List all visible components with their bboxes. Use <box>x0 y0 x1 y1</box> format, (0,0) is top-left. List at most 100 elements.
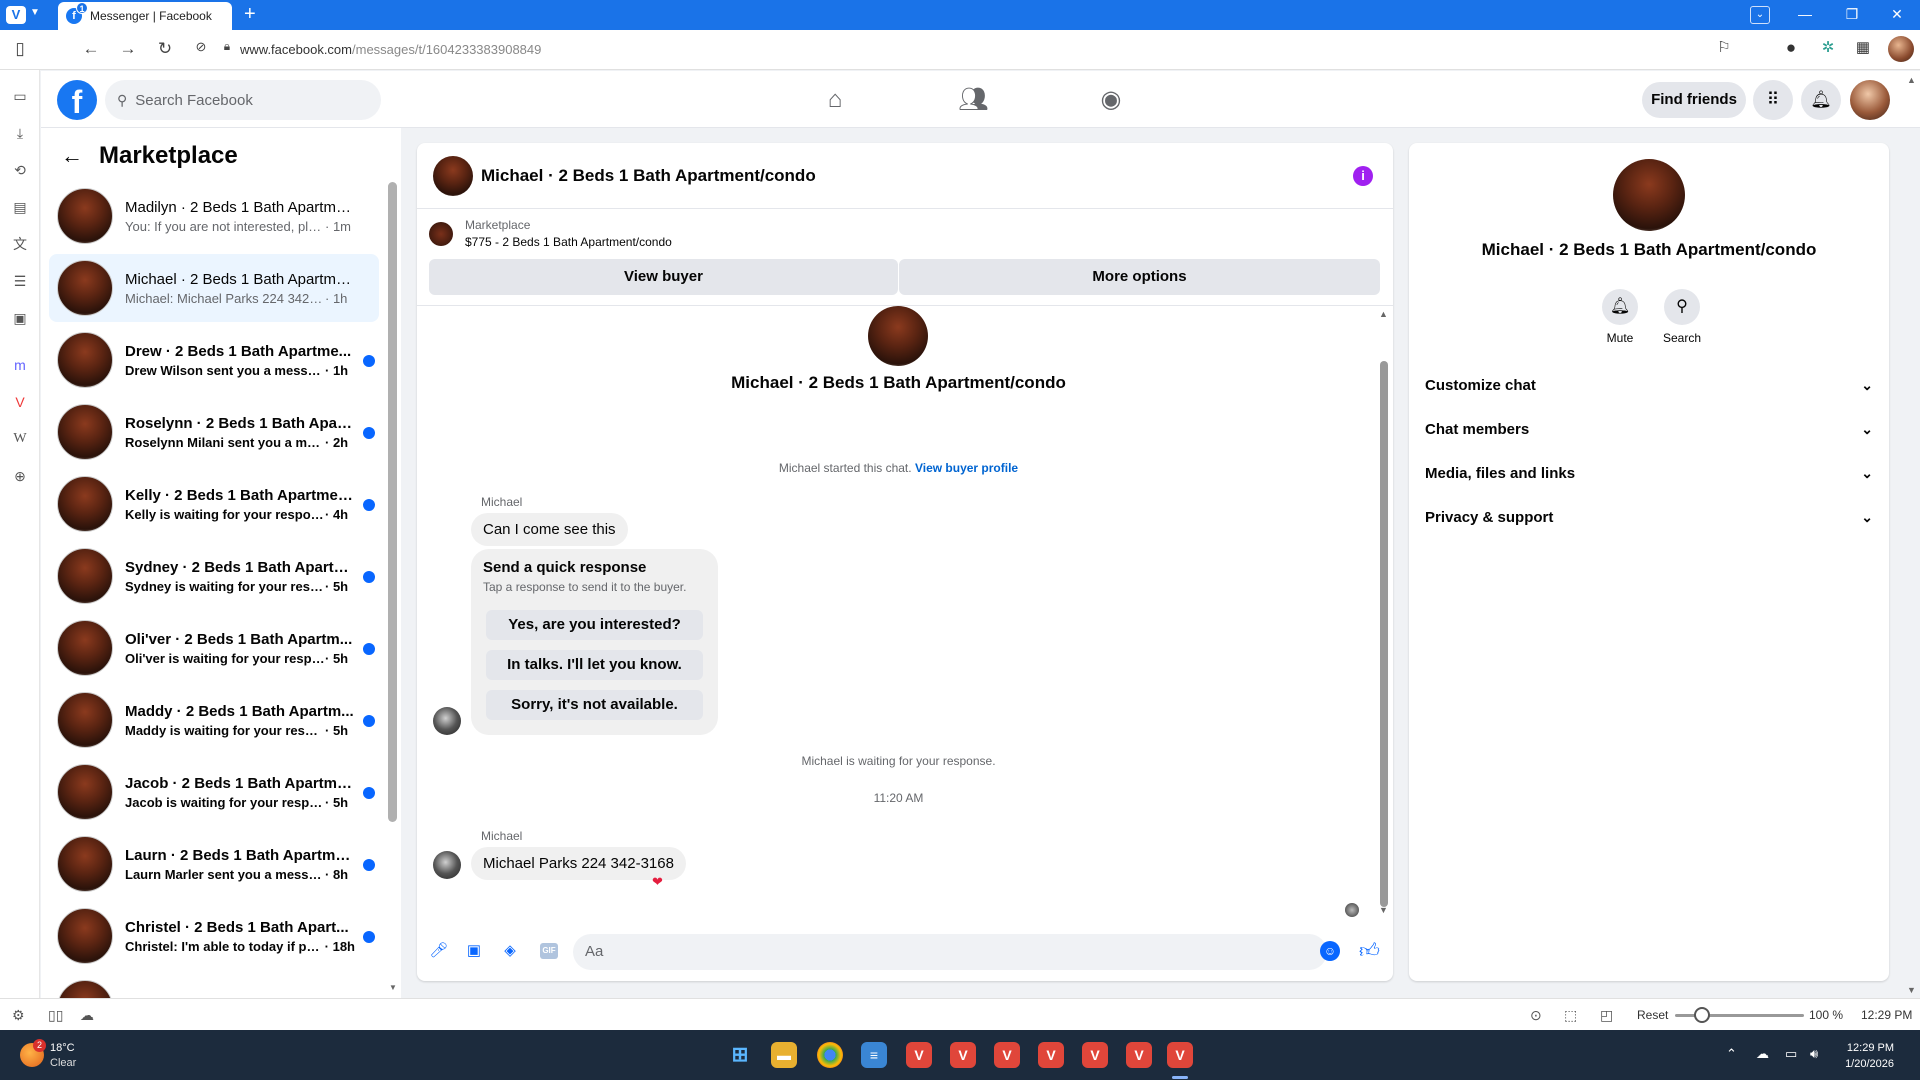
home-icon[interactable]: ⌂ <box>820 85 850 115</box>
conversation-row[interactable]: Jacob · 2 Beds 1 Bath Apartme... Jacob is… <box>49 758 379 826</box>
add-web-panel-icon[interactable]: ⊕ <box>10 466 30 486</box>
privacy-support-row[interactable]: Privacy & support ⌄ <box>1425 495 1873 539</box>
extension-puzzle-icon[interactable]: ✲ <box>1817 38 1839 60</box>
vivaldi-profile-icon[interactable]: V <box>1038 1042 1064 1068</box>
volume-icon[interactable]: 🔊︎ <box>1810 1046 1818 1062</box>
conversation-row[interactable]: Oli'ver · 2 Beds 1 Bath Apartm... Oli'ver… <box>49 614 379 682</box>
conversation-row[interactable]: Roselynn · 2 Beds 1 Bath Apart... Roselyn… <box>49 398 379 466</box>
url-field[interactable]: www.facebook.com/messages/t/160423338390… <box>240 42 541 57</box>
view-buyer-profile-link[interactable]: View buyer profile <box>915 461 1018 475</box>
conversation-row[interactable]: Laurn · 2 Beds 1 Bath Apartme... Laurn Ma… <box>49 830 379 898</box>
minimize-icon[interactable]: — <box>1795 6 1815 22</box>
file-explorer-icon[interactable]: ▬ <box>771 1042 797 1068</box>
facebook-logo[interactable]: f <box>57 80 97 120</box>
conversation-row[interactable]: Michael · 2 Beds 1 Bath Apartme... Michae… <box>49 254 379 322</box>
conversation-row[interactable]: Amanda · 2 Beds 1 Bath Apartm... <box>49 974 379 998</box>
onedrive-cloud-icon[interactable]: ☁ <box>1756 1046 1769 1062</box>
tracker-blocker-icon[interactable]: ⊘ <box>190 39 212 55</box>
buyer-hero-avatar[interactable] <box>868 306 928 366</box>
chat-members-row[interactable]: Chat members ⌄ <box>1425 407 1873 451</box>
back-icon[interactable]: ← <box>80 39 102 59</box>
microphone-icon[interactable]: 🎤︎ <box>429 941 449 961</box>
reload-icon[interactable]: ↻ <box>154 39 176 59</box>
messages-scrollbar[interactable] <box>1380 361 1388 907</box>
sender-avatar[interactable] <box>433 851 461 879</box>
media-files-links-row[interactable]: Media, files and links ⌄ <box>1425 451 1873 495</box>
vivaldi-active-icon[interactable]: V <box>1167 1042 1193 1068</box>
more-options-button[interactable]: More options <box>899 259 1380 295</box>
sync-cloud-icon[interactable]: ☁ <box>80 1007 94 1024</box>
restore-icon[interactable]: ❐ <box>1842 6 1862 23</box>
chat-list-scrollbar[interactable] <box>388 182 397 822</box>
tab-list-dropdown-icon[interactable]: ⌄ <box>1750 6 1770 24</box>
notepad-icon[interactable]: ≡ <box>861 1042 887 1068</box>
scroll-up-icon[interactable]: ▲ <box>1379 309 1388 319</box>
gif-icon[interactable]: GIF <box>540 943 558 959</box>
menu-grid-icon[interactable]: ⠿ <box>1753 80 1793 120</box>
attach-photo-icon[interactable]: ▣ <box>464 941 484 961</box>
panel-toggle-icon[interactable]: ▯ <box>9 39 31 59</box>
vivaldi-icon[interactable]: V <box>1082 1042 1108 1068</box>
vivaldi-menu-button[interactable]: V <box>6 6 26 24</box>
heart-reaction-icon[interactable]: ❤ <box>652 874 663 890</box>
sticker-icon[interactable]: ◈ <box>500 941 520 961</box>
scroll-down-icon[interactable]: ▼ <box>1379 905 1388 915</box>
conversation-title[interactable]: Michael · 2 Beds 1 Bath Apartment/condo <box>481 166 816 186</box>
page-tiling-icon[interactable]: ⬚ <box>1564 1007 1577 1024</box>
bookmarks-panel-icon[interactable]: ▭ <box>10 86 30 106</box>
zoom-slider-handle[interactable] <box>1694 1007 1710 1023</box>
downloads-panel-icon[interactable]: ⤓ <box>10 123 30 143</box>
tray-chevron-up-icon[interactable]: ⌃ <box>1726 1046 1737 1062</box>
conversation-row[interactable]: Drew · 2 Beds 1 Bath Apartme... Drew Wils… <box>49 326 379 394</box>
listing-price-title[interactable]: $775 - 2 Beds 1 Bath Apartment/condo <box>465 235 672 249</box>
message-bubble[interactable]: Can I come see this <box>471 513 628 546</box>
reading-list-icon[interactable]: ☰ <box>10 271 30 291</box>
page-scroll-up-icon[interactable]: ▲ <box>1907 75 1916 85</box>
conversation-row[interactable]: Christel · 2 Beds 1 Bath Apart... Christe… <box>49 902 379 970</box>
weather-temperature[interactable]: 18°C <box>50 1042 75 1054</box>
bookmark-icon[interactable]: ⚐ <box>1713 38 1735 60</box>
conversation-row[interactable]: Kelly · 2 Beds 1 Bath Apartmen... Kelly i… <box>49 470 379 538</box>
network-icon[interactable]: ▭ <box>1785 1046 1797 1062</box>
browser-profile-avatar[interactable] <box>1888 36 1914 62</box>
notes-panel-icon[interactable]: ▤ <box>10 197 30 217</box>
close-icon[interactable]: ✕ <box>1887 6 1907 23</box>
taskbar-clock-time[interactable]: 12:29 PM <box>1838 1042 1894 1054</box>
zoom-reset-button[interactable]: Reset <box>1637 1008 1668 1022</box>
search-in-chat-button[interactable]: ⚲ Search <box>1652 289 1712 345</box>
page-actions-icon[interactable]: ◰ <box>1600 1007 1613 1024</box>
mute-button[interactable]: 🔔︎ Mute <box>1590 289 1650 345</box>
find-friends-button[interactable]: Find friends <box>1642 82 1746 118</box>
extension-circle-icon[interactable]: ● <box>1780 38 1802 60</box>
new-tab-button[interactable]: + <box>244 3 256 26</box>
vivaldi-social-icon[interactable]: V <box>10 392 30 412</box>
page-scroll-down-icon[interactable]: ▼ <box>1907 985 1916 995</box>
chevron-down-icon[interactable]: ▼ <box>30 7 40 18</box>
sender-avatar[interactable] <box>433 707 461 735</box>
lock-icon[interactable]: 🔒︎ <box>216 39 238 54</box>
vivaldi-profile-icon[interactable]: V <box>950 1042 976 1068</box>
view-buyer-button[interactable]: View buyer <box>429 259 898 295</box>
search-input[interactable]: ⚲ Search Facebook <box>105 80 381 120</box>
conversation-row[interactable]: Madilyn · 2 Beds 1 Bath Apartme... You: I… <box>49 182 379 250</box>
capture-icon[interactable]: ⊙ <box>1530 1007 1542 1024</box>
wikipedia-icon[interactable]: W <box>10 429 30 449</box>
history-panel-icon[interactable]: ⟲ <box>10 160 30 180</box>
taskbar-clock-date[interactable]: 1/20/2026 <box>1838 1058 1894 1070</box>
window-panel-icon[interactable]: ▣ <box>10 308 30 328</box>
info-icon[interactable]: i <box>1353 166 1373 186</box>
quick-response-option[interactable]: Sorry, it's not available. <box>486 690 703 720</box>
info-avatar[interactable] <box>1613 159 1685 231</box>
windows-start-icon[interactable]: ⊞ <box>727 1042 753 1068</box>
tiling-icon[interactable]: ▯▯ <box>48 1007 63 1024</box>
extensions-icon[interactable]: ▦ <box>1852 38 1874 60</box>
chrome-icon[interactable] <box>817 1042 843 1068</box>
vivaldi-profile-icon[interactable]: V <box>994 1042 1020 1068</box>
back-arrow-icon[interactable]: ← <box>61 143 83 169</box>
notifications-bell-icon[interactable]: 🔔︎ <box>1801 80 1841 120</box>
quick-response-option[interactable]: In talks. I'll let you know. <box>486 650 703 680</box>
friends-icon[interactable]: 👥︎ <box>958 85 988 115</box>
groups-icon[interactable]: ◉ <box>1096 85 1126 115</box>
vivaldi-icon[interactable]: V <box>1126 1042 1152 1068</box>
thumbs-up-icon[interactable]: 👍︎ <box>1359 939 1380 963</box>
